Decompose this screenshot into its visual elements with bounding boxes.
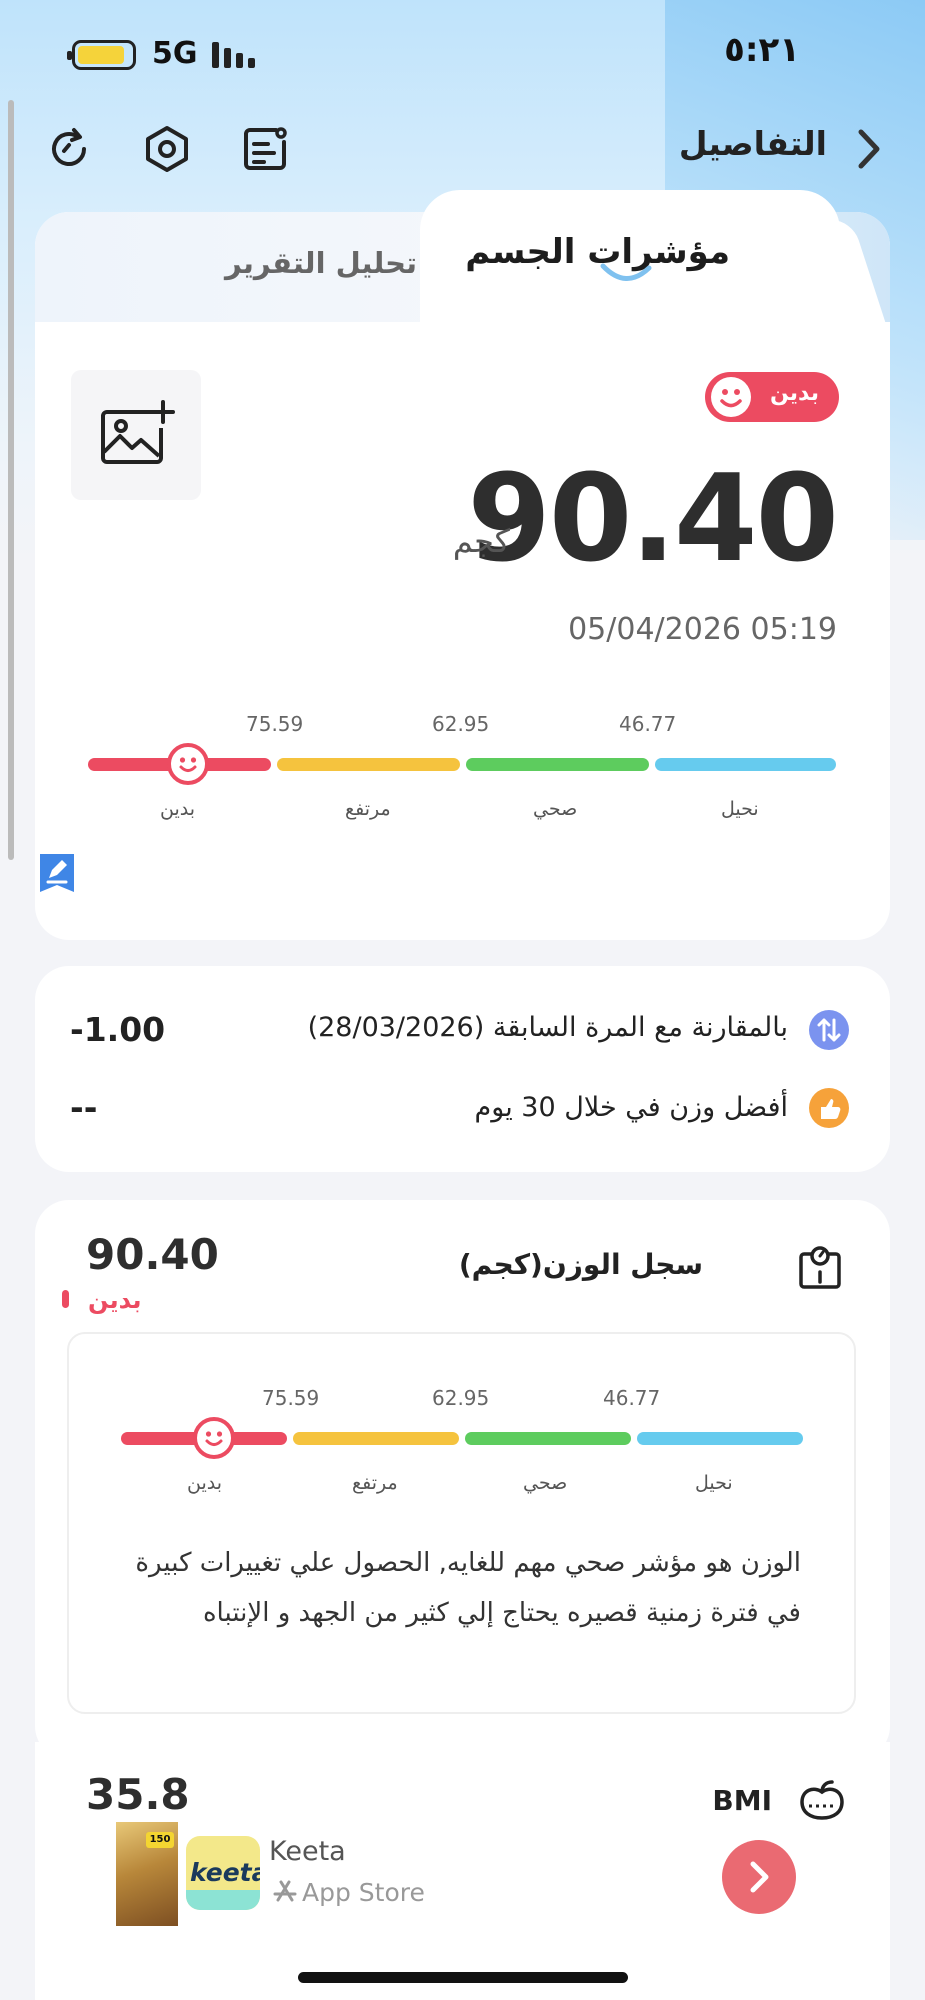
measurement-date: 05/04/2026 05:19 [568, 612, 837, 647]
chevron-right-icon[interactable] [849, 124, 889, 174]
scale-marker [193, 1417, 235, 1459]
status-label: بدين [769, 381, 819, 406]
network-label: 5G [152, 36, 198, 71]
ad-logo-text: keeta [190, 1858, 260, 1887]
thumbs-up-icon [809, 1088, 849, 1128]
settings-icon[interactable] [142, 124, 192, 174]
status-badge: بدين [705, 372, 839, 422]
tab-indicator [600, 263, 652, 281]
bmi-label: BMI [712, 1784, 772, 1817]
weight-value: 90.40 [467, 450, 839, 589]
bmi-icon [799, 1778, 845, 1822]
scale-label-obese: بدين [187, 1472, 223, 1494]
scale-label-high: مرتفع [352, 1472, 398, 1494]
tab-report-analysis[interactable]: تحليل التقرير [225, 246, 417, 280]
page-title: التفاصيل [678, 124, 827, 163]
comparison-previous-label: بالمقارنة مع المرة السابقة (28/03/2026) [307, 1012, 788, 1043]
best-weight-value: -- [70, 1088, 98, 1127]
scale-tick: 62.95 [432, 712, 490, 736]
scale-label-healthy: صحي [533, 798, 578, 820]
battery-icon [67, 40, 136, 70]
keeta-logo: keeta [186, 1836, 260, 1910]
app-store-icon [272, 1878, 298, 1904]
ad-app-name: Keeta [269, 1836, 346, 1867]
scale-tick: 75.59 [262, 1386, 320, 1410]
bmi-value: 35.8 [86, 1770, 190, 1819]
refresh-icon[interactable] [44, 124, 94, 174]
signal-icon [212, 42, 262, 68]
ad-store-label: App Store [302, 1878, 425, 1907]
ad-banner[interactable]: 150 keeta Keeta App Store [112, 1822, 808, 1926]
edit-note-icon[interactable] [40, 852, 74, 892]
status-time: ٥:٢١ [724, 30, 800, 70]
weight-record-value: 90.40 [86, 1230, 219, 1279]
scale-tick: 62.95 [432, 1386, 490, 1410]
scale-segment-healthy [466, 758, 649, 771]
add-image-icon [101, 400, 175, 464]
scale-label-healthy: صحي [523, 1472, 568, 1494]
weight-record-title: سجل الوزن(كجم) [458, 1248, 703, 1281]
ad-image: 150 [116, 1822, 178, 1926]
scale-marker [167, 743, 209, 785]
scale-segment-high [293, 1432, 459, 1445]
scale-label-high: مرتفع [345, 798, 391, 820]
compare-icon [809, 1010, 849, 1050]
home-indicator[interactable] [298, 1972, 628, 1983]
scrollbar[interactable] [8, 100, 14, 860]
chevron-right-icon [750, 1861, 769, 1893]
scale-tick: 75.59 [246, 712, 304, 736]
weight-description: الوزن هو مؤشر صحي مهم للغايه, الحصول علي… [135, 1548, 801, 1628]
scale-segment-healthy [465, 1432, 631, 1445]
scale-tick: 46.77 [603, 1386, 661, 1410]
ad-open-button[interactable] [722, 1840, 796, 1914]
tab-body-metrics[interactable]: مؤشرات الجسم [465, 232, 730, 272]
best-weight-label: أفضل وزن في خلال 30 يوم [474, 1092, 788, 1123]
scale-segment-thin [655, 758, 836, 771]
scale-label-thin: نحيل [721, 798, 759, 820]
scale-segment-high [277, 758, 460, 771]
scale-icon [798, 1244, 842, 1290]
ad-badge: 150 [146, 1832, 174, 1848]
scale-label-thin: نحيل [695, 1472, 733, 1494]
status-dot [62, 1290, 69, 1308]
weight-record-status: بدين [88, 1286, 142, 1314]
scale-segment-thin [637, 1432, 803, 1445]
weight-unit: كجم [452, 522, 510, 560]
add-image-button[interactable] [71, 370, 201, 500]
scale-tick: 46.77 [619, 712, 677, 736]
smiley-icon [711, 377, 751, 417]
comparison-previous-value: -1.00 [70, 1010, 166, 1049]
notes-icon[interactable] [240, 124, 290, 174]
scale-label-obese: بدين [160, 798, 196, 820]
comparison-card [35, 966, 890, 1172]
